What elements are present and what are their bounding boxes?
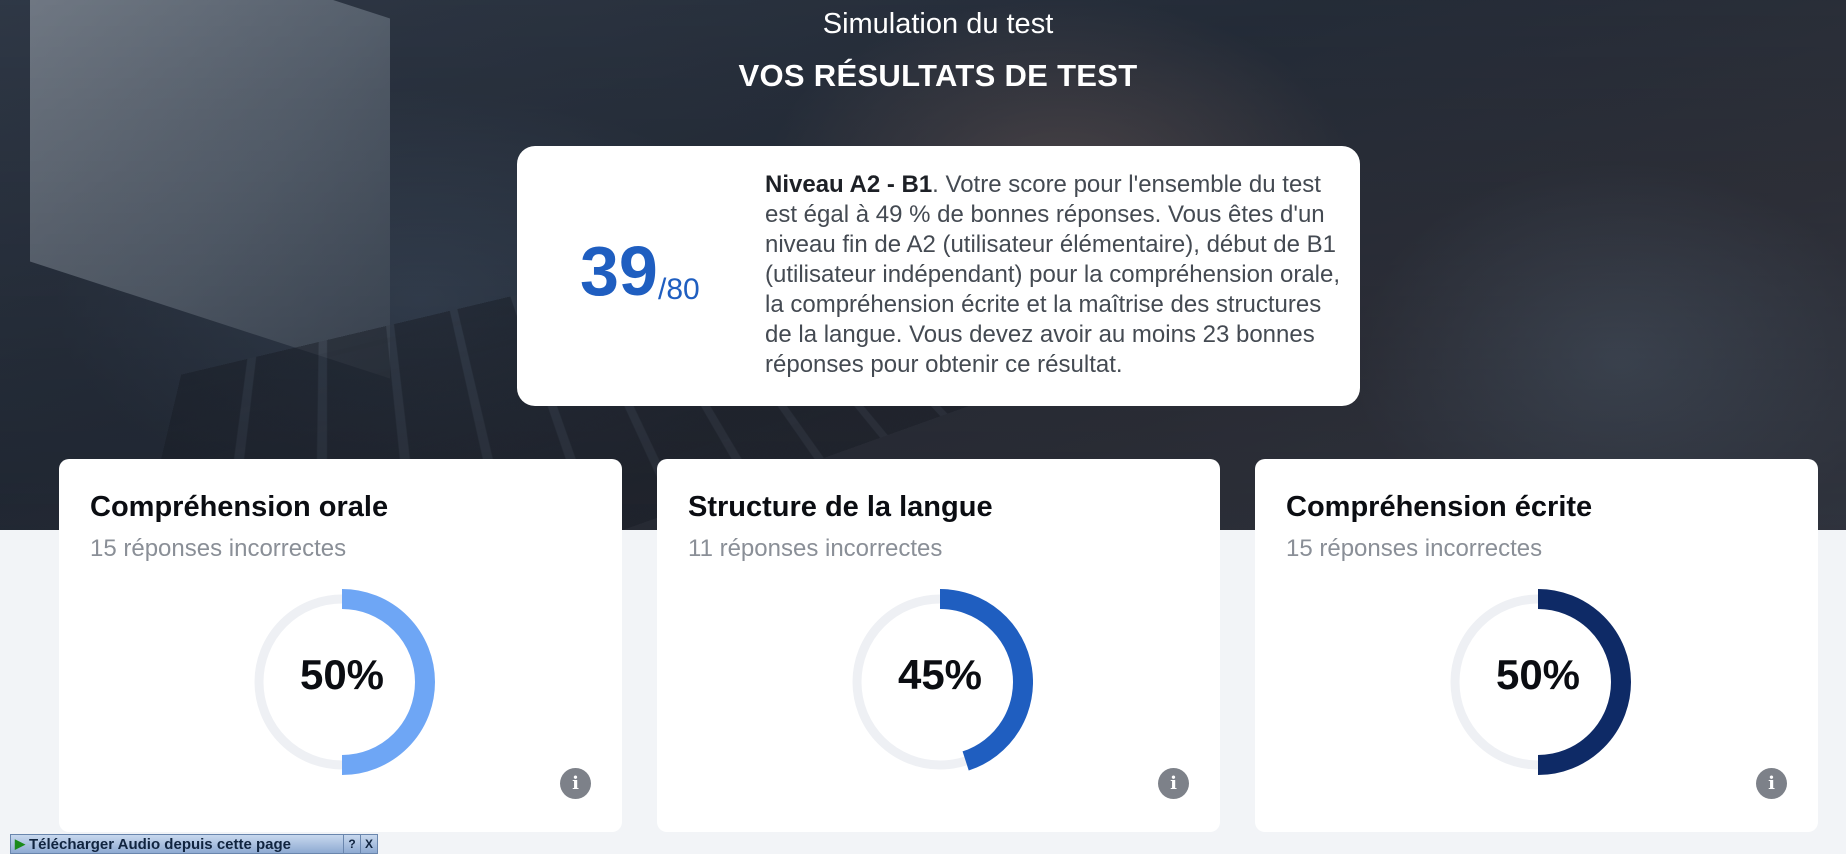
- skill-card-comprehension-ecrite: Compréhension écrite 15 réponses incorre…: [1255, 459, 1818, 832]
- download-audio-label: Télécharger Audio depuis cette page: [29, 836, 291, 853]
- overall-score-card: 39 /80 Niveau A2 - B1. Votre score pour …: [517, 146, 1360, 406]
- download-audio-button[interactable]: ▶ Télécharger Audio depuis cette page: [10, 834, 344, 854]
- info-icon[interactable]: i: [1158, 768, 1189, 799]
- progress-donut: 50%: [1445, 589, 1631, 775]
- skill-title: Structure de la langue: [688, 491, 993, 524]
- progress-donut: 50%: [249, 589, 435, 775]
- progress-donut: 45%: [847, 589, 1033, 775]
- skill-title: Compréhension orale: [90, 491, 388, 524]
- skill-incorrect-count: 15 réponses incorrectes: [1286, 535, 1542, 563]
- help-icon[interactable]: ?: [344, 834, 361, 854]
- skill-title: Compréhension écrite: [1286, 491, 1592, 524]
- score-description: Niveau A2 - B1. Votre score pour l'ensem…: [765, 170, 1340, 380]
- donut-percent-label: 50%: [249, 651, 435, 699]
- score-description-text: . Votre score pour l'ensemble du test es…: [765, 171, 1340, 378]
- score-level: Niveau A2 - B1: [765, 171, 932, 198]
- score-total: /80: [658, 273, 700, 307]
- skill-incorrect-count: 15 réponses incorrectes: [90, 535, 346, 563]
- close-icon[interactable]: X: [361, 834, 378, 854]
- play-icon: ▶: [15, 836, 25, 852]
- donut-percent-label: 50%: [1445, 651, 1631, 699]
- info-icon[interactable]: i: [560, 768, 591, 799]
- page-title: Simulation du test: [0, 8, 1846, 41]
- donut-percent-label: 45%: [847, 651, 1033, 699]
- results-heading: VOS RÉSULTATS DE TEST: [0, 58, 1846, 94]
- skill-incorrect-count: 11 réponses incorrectes: [688, 535, 942, 563]
- score-value: 39: [580, 236, 658, 306]
- audio-download-toolbar: ▶ Télécharger Audio depuis cette page ? …: [10, 834, 378, 854]
- skill-card-structure-langue: Structure de la langue 11 réponses incor…: [657, 459, 1220, 832]
- skill-card-comprehension-orale: Compréhension orale 15 réponses incorrec…: [59, 459, 622, 832]
- info-icon[interactable]: i: [1756, 768, 1787, 799]
